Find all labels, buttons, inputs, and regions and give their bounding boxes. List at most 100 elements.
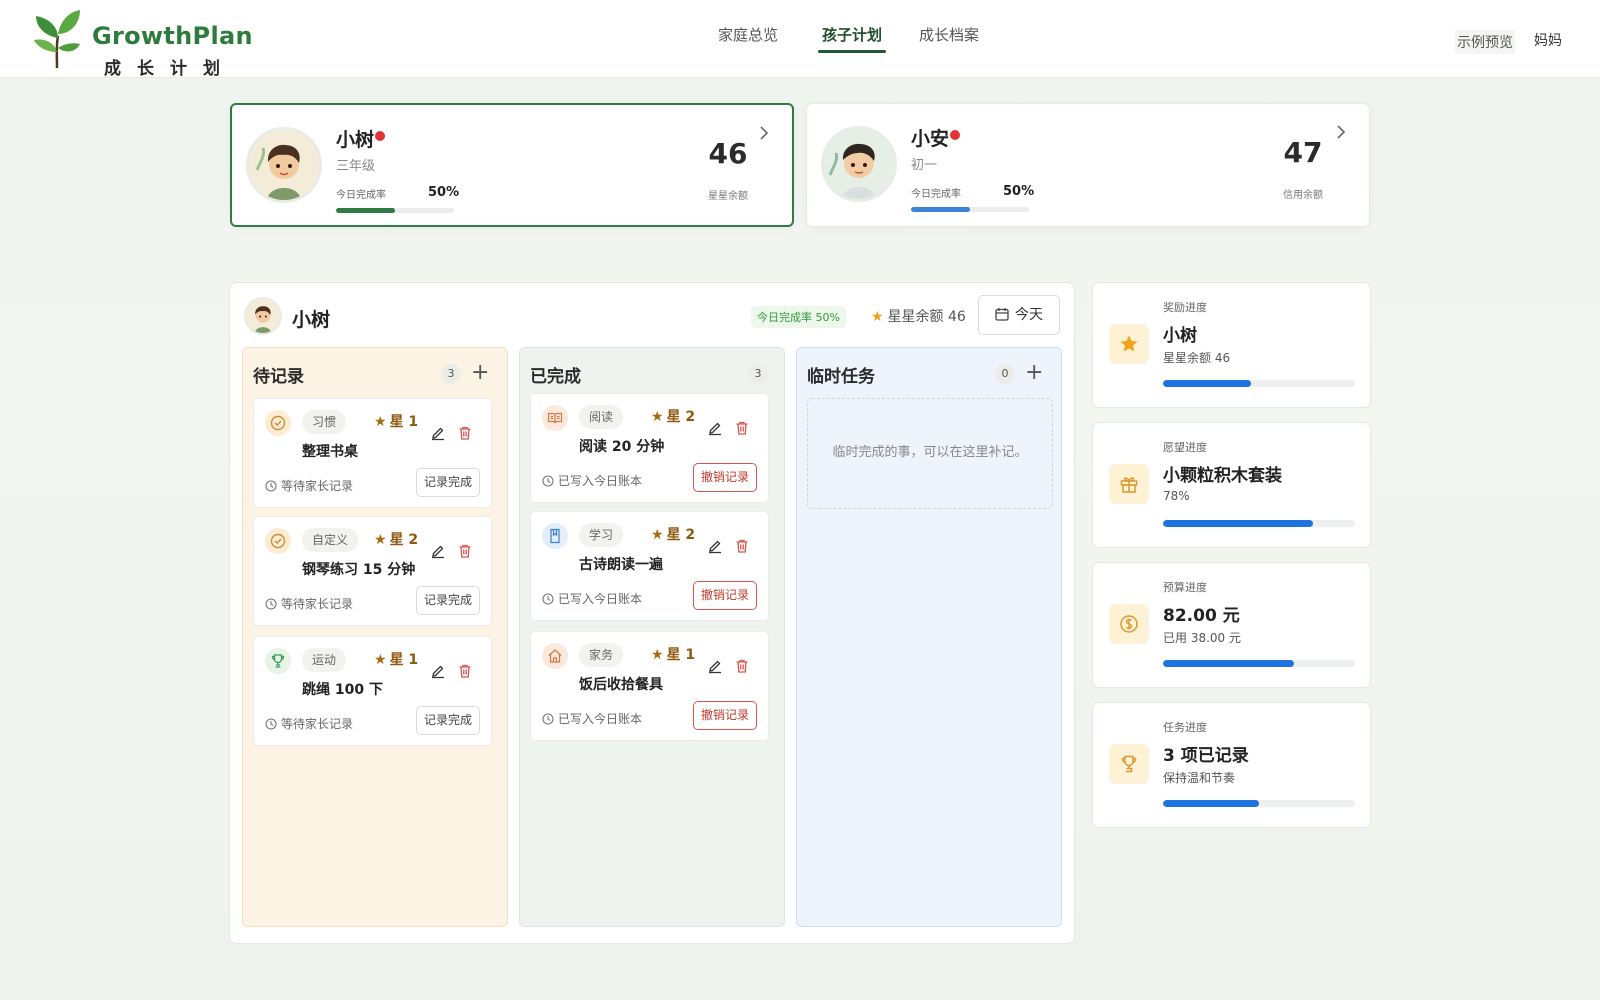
task-card: 阅读 ★ 星 2 阅读 20 分钟 已写入今日账本 撤销记录 — [530, 393, 769, 503]
notification-dot — [375, 131, 385, 141]
budget-progress-card[interactable]: 预算进度 82.00 元 已用 38.00 元 — [1092, 562, 1371, 688]
category-tag: 自定义 — [302, 528, 359, 552]
avatar — [821, 126, 897, 202]
child-name: 小树 — [336, 129, 375, 151]
star-icon: ★ — [651, 527, 664, 543]
progress-fill — [911, 207, 970, 212]
delete-icon[interactable] — [734, 420, 750, 436]
edit-icon[interactable] — [707, 420, 723, 436]
card-title: 小颗粒积木套装 — [1163, 466, 1282, 486]
clock-icon — [542, 593, 554, 605]
trophy-icon — [265, 648, 291, 674]
add-task-button[interactable]: + — [471, 362, 489, 384]
child-name: 小安 — [911, 128, 950, 150]
check-circle-icon — [265, 528, 291, 554]
category-tag: 阅读 — [579, 405, 624, 429]
task-name: 饭后收拾餐具 — [579, 677, 663, 693]
card-title: 3 项已记录 — [1163, 746, 1249, 766]
boy-avatar-icon — [824, 129, 894, 199]
chevron-right-icon[interactable] — [1333, 124, 1349, 140]
progress-fill — [1163, 800, 1259, 807]
star-reward-text: 星 2 — [666, 527, 696, 543]
credit-balance-value: 47 — [1283, 136, 1323, 169]
column-title: 待记录 — [253, 367, 304, 387]
trophy-icon — [1109, 744, 1149, 784]
child-card-xiaoshu[interactable]: 小树 三年级 今日完成率 50% 46 星星余额 — [230, 103, 794, 227]
progress-fill — [1163, 380, 1252, 387]
reward-progress-card[interactable]: 奖励进度 小树 星星余额 46 — [1092, 282, 1371, 408]
child-grade: 三年级 — [336, 159, 376, 174]
star-reward-text: 星 2 — [666, 409, 696, 425]
edit-icon[interactable] — [707, 538, 723, 554]
card-subtitle: 已用 38.00 元 — [1163, 631, 1241, 645]
task-status: 等待家长记录 — [265, 595, 353, 612]
task-card: 运动 ★ 星 1 跳绳 100 下 等待家长记录 记录完成 — [253, 636, 492, 746]
notification-dot — [950, 130, 960, 140]
undo-record-button[interactable]: 撤销记录 — [693, 581, 757, 610]
credit-balance-label: 信用余额 — [1283, 190, 1323, 201]
done-column: 已完成 3 阅读 ★ 星 2 阅读 20 分钟 已写入今日账本 撤销记录 学习 ★… — [519, 347, 785, 927]
task-progress-card[interactable]: 任务进度 3 项已记录 保持温和节奏 — [1092, 702, 1371, 828]
card-label: 奖励进度 — [1163, 301, 1207, 314]
star-reward: ★ 星 2 — [651, 406, 695, 426]
delete-icon[interactable] — [457, 425, 473, 441]
check-circle-icon — [265, 410, 291, 436]
book-open-icon — [542, 405, 568, 431]
column-title: 临时任务 — [807, 367, 875, 387]
add-temp-task-button[interactable]: + — [1025, 362, 1043, 384]
star-reward: ★ 星 1 — [374, 411, 418, 431]
leaf-logo-icon — [34, 10, 80, 69]
nav-child-plan[interactable]: 孩子计划 — [817, 24, 887, 53]
card-title: 小树 — [1163, 326, 1197, 346]
delete-icon[interactable] — [457, 543, 473, 559]
nav-family-overview[interactable]: 家庭总览 — [718, 24, 778, 45]
star-icon: ★ — [374, 414, 387, 430]
edit-icon[interactable] — [430, 663, 446, 679]
progress-fill — [1163, 660, 1294, 667]
column-title: 已完成 — [530, 367, 581, 387]
task-status: 已写入今日账本 — [542, 710, 642, 727]
nav-growth-archive[interactable]: 成长档案 — [919, 24, 979, 45]
delete-icon[interactable] — [734, 658, 750, 674]
undo-record-button[interactable]: 撤销记录 — [693, 701, 757, 730]
boy-avatar-icon — [249, 130, 319, 200]
book-icon — [542, 523, 568, 549]
star-reward: ★ 星 1 — [651, 644, 695, 664]
card-subtitle: 保持温和节奏 — [1163, 771, 1236, 785]
edit-icon[interactable] — [707, 658, 723, 674]
record-complete-button[interactable]: 记录完成 — [416, 706, 480, 735]
task-name: 跳绳 100 下 — [302, 682, 383, 698]
star-balance-label: 星星余额 — [708, 191, 748, 202]
wish-progress-card[interactable]: 愿望进度 小颗粒积木套装 78% — [1092, 422, 1371, 548]
star-reward: ★ 星 1 — [374, 649, 418, 669]
home-icon — [542, 643, 568, 669]
record-complete-button[interactable]: 记录完成 — [416, 586, 480, 615]
empty-state-dropzone[interactable]: 临时完成的事，可以在这里补记。 — [807, 398, 1053, 509]
star-balance-text: 星星余额 46 — [887, 309, 966, 325]
star-reward-text: 星 1 — [389, 414, 419, 430]
star-icon: ★ — [871, 309, 884, 325]
edit-icon[interactable] — [430, 425, 446, 441]
demo-preview-button[interactable]: 示例预览 — [1455, 30, 1515, 54]
avatar — [244, 297, 282, 335]
child-card-xiaoan[interactable]: 小安 初一 今日完成率 50% 47 信用余额 — [806, 103, 1370, 227]
clock-icon — [265, 718, 277, 730]
delete-icon[interactable] — [734, 538, 750, 554]
task-name: 阅读 20 分钟 — [579, 439, 665, 455]
task-status-text: 已写入今日账本 — [558, 474, 643, 488]
delete-icon[interactable] — [457, 663, 473, 679]
edit-icon[interactable] — [430, 543, 446, 559]
task-card: 学习 ★ 星 2 古诗朗读一遍 已写入今日账本 撤销记录 — [530, 511, 769, 621]
today-label: 今天 — [1015, 307, 1043, 323]
task-status: 已写入今日账本 — [542, 472, 642, 489]
undo-record-button[interactable]: 撤销记录 — [693, 463, 757, 492]
avatar — [246, 127, 322, 203]
task-card: 家务 ★ 星 1 饭后收拾餐具 已写入今日账本 撤销记录 — [530, 631, 769, 741]
star-reward-text: 星 1 — [666, 647, 696, 663]
user-menu[interactable]: 妈妈 — [1534, 30, 1562, 50]
logo[interactable]: GrowthPlan 成长计划 — [30, 8, 260, 79]
chevron-right-icon[interactable] — [756, 125, 772, 141]
today-button[interactable]: 今天 — [978, 295, 1060, 335]
star-icon: ★ — [374, 652, 387, 668]
record-complete-button[interactable]: 记录完成 — [416, 468, 480, 497]
